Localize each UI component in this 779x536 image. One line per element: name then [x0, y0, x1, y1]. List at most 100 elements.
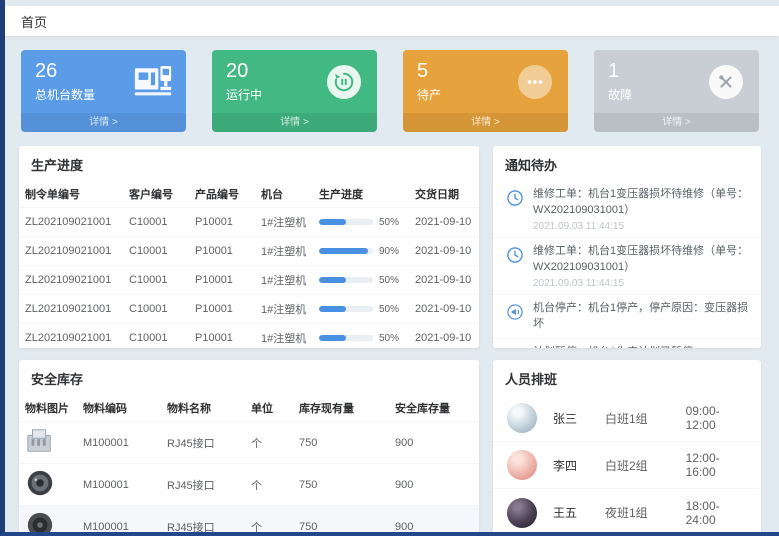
inventory-table: 物料图片 物料编码 物料名称 单位 库存现有量 安全库存量 — [19, 395, 479, 536]
column-header-product: 产品编号 — [189, 181, 255, 208]
avatar — [507, 450, 537, 480]
table-row: ZL202109021001 C10001 P10001 1#注塑机 90% — [19, 237, 479, 266]
cell-order: ZL202109021001 — [19, 324, 123, 349]
progress-track — [319, 306, 373, 312]
table-row: ZL202109021001 C10001 P10001 1#注塑机 50% — [19, 208, 479, 237]
schedule-row: 张三 白班1组 09:00-12:00 — [493, 395, 761, 442]
progress-bar: 50% — [319, 217, 403, 228]
schedule-row: 李四 白班2组 12:00-16:00 — [493, 442, 761, 489]
progress-label: 50% — [379, 217, 399, 228]
column-header-name: 物料名称 — [161, 395, 245, 422]
cell-order: ZL202109021001 — [19, 208, 123, 237]
progress-fill — [319, 335, 346, 341]
progress-label: 90% — [379, 246, 399, 257]
notification-body: 机台停产：机台1停产，停产原因：变压器损坏 — [533, 301, 749, 333]
notification-item[interactable]: 维修工单：机台1变压器损坏待维修（单号：WX202109031001） 2021… — [493, 181, 761, 238]
main-area: 生产进度 制令单编号 客户编号 产品编号 机台 生产进度 交货日期 — [19, 146, 761, 536]
employee-name: 王五 — [553, 504, 605, 521]
tools-icon — [709, 65, 743, 99]
cell-progress: 50% — [313, 324, 409, 349]
clock-icon — [505, 245, 525, 265]
column-header-date: 交货日期 — [409, 181, 479, 208]
column-header-machine: 机台 — [255, 181, 313, 208]
notification-body: 维修工单：机台1变压器损坏待维修（单号：WX202109031001） 2021… — [533, 187, 749, 232]
safety-inventory-panel: 安全库存 物料图片 物料编码 物料名称 单位 库存现有量 安全库存量 — [19, 360, 479, 536]
cell-order: ZL202109021001 — [19, 295, 123, 324]
cell-order: ZL202109021001 — [19, 266, 123, 295]
notification-time: 2021.09.03 11:44:15 — [533, 278, 749, 289]
table-row: ZL202109021001 C10001 P10001 1#注塑机 50% — [19, 295, 479, 324]
notification-text: 计划暂停：机台1生产计划已暂停 — [533, 345, 749, 348]
table-row: ZL202109021001 C10001 P10001 1#注塑机 50% — [19, 266, 479, 295]
detail-link[interactable]: 详情 > — [212, 113, 377, 132]
cell-customer: C10001 — [123, 324, 189, 349]
cell-stock: 750 — [293, 506, 389, 536]
panel-title-production: 生产进度 — [19, 146, 479, 181]
progress-track — [319, 219, 373, 225]
notifications-panel: 通知待办 维修工单：机台1变压器损坏待维修（单号：WX202109031001） — [493, 146, 761, 348]
progress-bar: 90% — [319, 246, 403, 257]
notification-list: 维修工单：机台1变压器损坏待维修（单号：WX202109031001） 2021… — [493, 181, 761, 348]
panel-title-notifications: 通知待办 — [493, 146, 761, 181]
stat-card-fault: 1 故障 详情 > — [594, 50, 759, 132]
page-header: 首页 — [5, 6, 779, 36]
progress-label: 50% — [379, 275, 399, 286]
column-header-progress: 生产进度 — [313, 181, 409, 208]
detail-link[interactable]: 详情 > — [403, 113, 568, 132]
page-content: 26 总机台数量 详情 > 20 — [5, 36, 779, 536]
cell-unit: 个 — [245, 422, 293, 464]
stat-card-total-machines: 26 总机台数量 详情 > — [21, 50, 186, 132]
cell-safety: 900 — [389, 506, 479, 536]
rj45-connector-photo — [25, 447, 55, 459]
table-row: M100001 RJ45接口 个 750 900 — [19, 464, 479, 506]
cell-date: 2021-09-10 — [409, 266, 479, 295]
notification-time: 2021.09.03 11:44:15 — [533, 221, 749, 232]
cell-unit: 个 — [245, 506, 293, 536]
panel-title-inventory: 安全库存 — [19, 360, 479, 395]
column-header-image: 物料图片 — [19, 395, 77, 422]
cell-code: M100001 — [77, 422, 161, 464]
machine-icon — [132, 65, 174, 97]
cell-image — [19, 464, 77, 506]
progress-label: 50% — [379, 333, 399, 344]
notification-item[interactable]: 维修工单：机台1变压器损坏待维修（单号：WX202109031001） 2021… — [493, 238, 761, 295]
employee-name: 李四 — [553, 457, 605, 474]
stat-card-running: 20 运行中 详情 > — [212, 50, 377, 132]
production-table: 制令单编号 客户编号 产品编号 机台 生产进度 交货日期 ZL202109021… — [19, 181, 479, 348]
clock-icon — [505, 188, 525, 208]
stat-card-waiting: 5 待产 详情 > — [403, 50, 568, 132]
page-title: 首页 — [21, 12, 47, 31]
cell-customer: C10001 — [123, 237, 189, 266]
table-row: M100001 RJ45接口 个 750 900 — [19, 506, 479, 536]
ellipsis-icon — [518, 65, 552, 99]
cell-machine: 1#注塑机 — [255, 324, 313, 349]
cell-unit: 个 — [245, 464, 293, 506]
panel-title-schedule: 人员排班 — [493, 360, 761, 395]
left-column: 生产进度 制令单编号 客户编号 产品编号 机台 生产进度 交货日期 — [19, 146, 479, 536]
notification-item[interactable]: 计划暂停：机台1生产计划已暂停 2021.09.03 11:44:15 — [493, 339, 761, 348]
detail-link[interactable]: 详情 > — [21, 113, 186, 132]
detail-link[interactable]: 详情 > — [594, 113, 759, 132]
cell-date: 2021-09-10 — [409, 324, 479, 349]
cell-machine: 1#注塑机 — [255, 295, 313, 324]
column-header-safety: 安全库存量 — [389, 395, 479, 422]
cell-image — [19, 506, 77, 536]
cell-product: P10001 — [189, 295, 255, 324]
table-header-row: 制令单编号 客户编号 产品编号 机台 生产进度 交货日期 — [19, 181, 479, 208]
notification-item[interactable]: 机台停产：机台1停产，停产原因：变压器损坏 — [493, 295, 761, 339]
cell-customer: C10001 — [123, 295, 189, 324]
speaker-photo — [25, 531, 55, 536]
cell-product: P10001 — [189, 324, 255, 349]
progress-fill — [319, 306, 346, 312]
notification-text: 维修工单：机台1变压器损坏待维修（单号：WX202109031001） — [533, 187, 749, 219]
cell-progress: 50% — [313, 208, 409, 237]
cell-safety: 900 — [389, 464, 479, 506]
cell-customer: C10001 — [123, 208, 189, 237]
column-header-order: 制令单编号 — [19, 181, 123, 208]
avatar — [507, 403, 537, 433]
stat-cards-row: 26 总机台数量 详情 > 20 — [21, 50, 759, 132]
shift-label: 白班2组 — [605, 457, 686, 474]
table-header-row: 物料图片 物料编码 物料名称 单位 库存现有量 安全库存量 — [19, 395, 479, 422]
cell-product: P10001 — [189, 266, 255, 295]
cell-product: P10001 — [189, 237, 255, 266]
